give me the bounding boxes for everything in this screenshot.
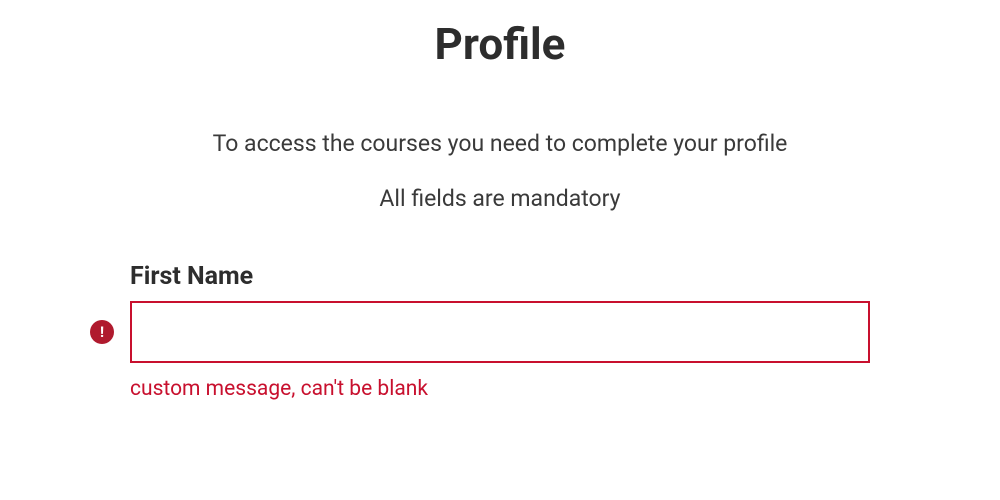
first-name-input[interactable] [130, 301, 870, 363]
first-name-field-group: First Name ! custom message, can't be bl… [130, 262, 870, 401]
first-name-label: First Name [130, 262, 870, 291]
first-name-error-message: custom message, can't be blank [130, 377, 870, 401]
error-exclamation-icon: ! [90, 320, 114, 344]
instruction-line-1: To access the courses you need to comple… [213, 130, 788, 157]
instruction-line-2: All fields are mandatory [379, 185, 620, 212]
page-title: Profile [435, 18, 566, 70]
